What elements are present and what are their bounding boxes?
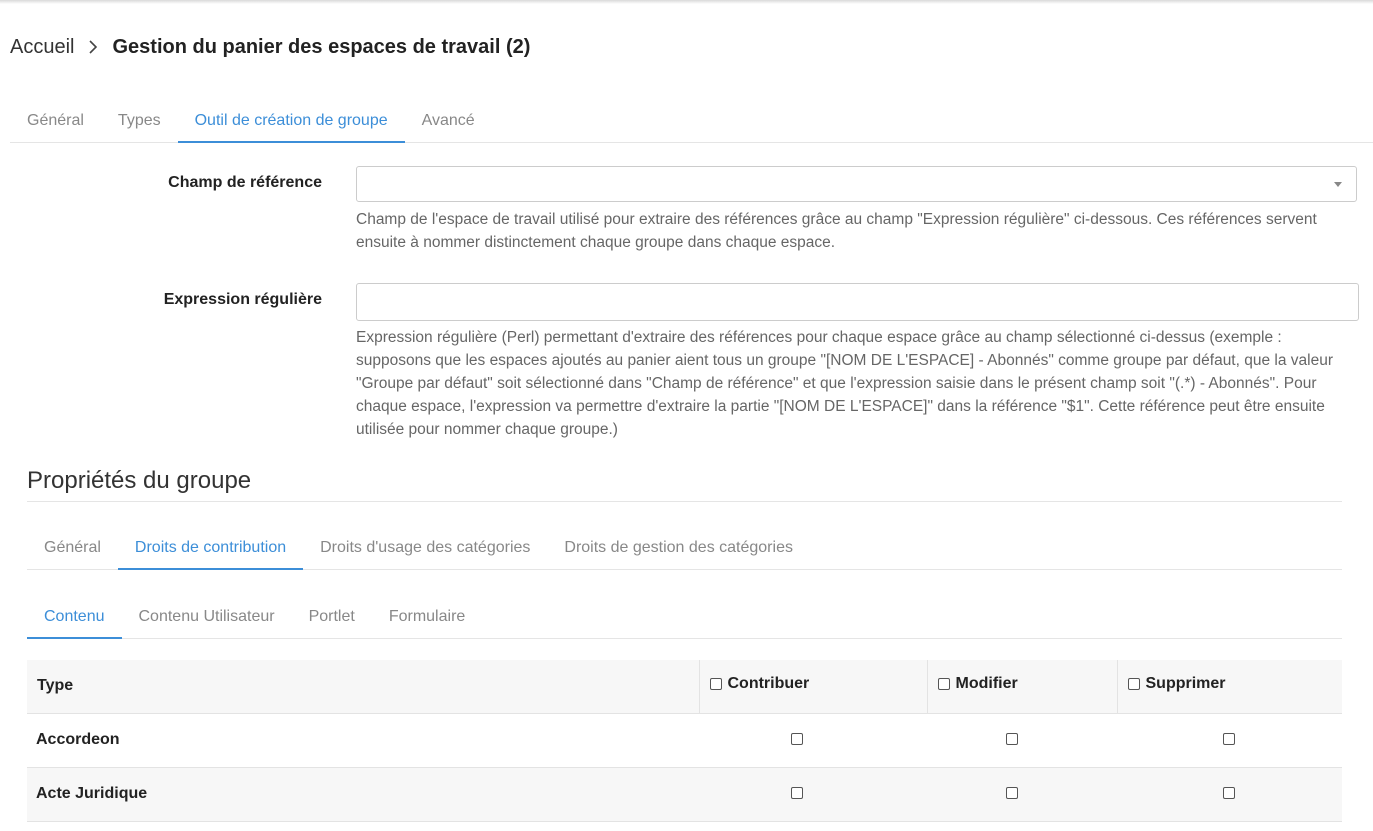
delete-all-checkbox[interactable] (1127, 678, 1140, 691)
regex-field-input[interactable] (356, 283, 1359, 321)
contribute-column-header: Contribuer (698, 660, 928, 714)
tab-general[interactable]: Général (10, 100, 101, 143)
contribute-cell (699, 713, 927, 768)
contribute-cell (699, 767, 927, 822)
regex-field-label: Expression régulière (163, 291, 322, 308)
regex-field-help: Expression régulière (Perl) permettant d… (356, 329, 1333, 438)
group-properties-title: Propriétés du groupe (27, 467, 1342, 502)
contribute-checkbox[interactable] (791, 787, 803, 799)
contribution-sub-tabs: Contenu Contenu Utilisateur Portlet Form… (27, 596, 1342, 639)
delete-checkbox[interactable] (1222, 787, 1235, 799)
table-header-row: Type Contribuer Modifier Supprimer (27, 660, 1342, 714)
reference-field-help: Champ de l'espace de travail utilisé pou… (356, 211, 1317, 251)
breadcrumb: Accueil Gestion du panier des espaces de… (10, 34, 530, 60)
modify-cell (927, 767, 1117, 822)
page-title: Gestion du panier des espaces de travail… (112, 36, 531, 58)
chevron-right-icon (88, 34, 102, 60)
main-tabs: Général Types Outil de création de group… (10, 100, 1373, 143)
tab-contribution-rights[interactable]: Droits de contribution (117, 528, 304, 570)
type-column-header: Type (27, 660, 700, 714)
tab-category-usage-rights[interactable]: Droits d'usage des catégories (303, 528, 547, 570)
caret-down-icon (1334, 182, 1342, 187)
modify-column-header: Modifier (926, 660, 1118, 714)
delete-checkbox[interactable] (1222, 733, 1235, 745)
delete-cell (1117, 713, 1342, 768)
modify-cell (927, 713, 1117, 768)
contribution-rights-table: Type Contribuer Modifier Supprimer Accor… (27, 660, 1342, 822)
breadcrumb-home-link[interactable]: Accueil (10, 34, 74, 60)
table-row: Acte Juridique (27, 767, 1342, 822)
tab-user-content[interactable]: Contenu Utilisateur (122, 596, 292, 639)
row-type-label: Acte Juridique (27, 767, 699, 822)
tab-category-management-rights[interactable]: Droits de gestion des catégories (547, 528, 810, 570)
tab-form[interactable]: Formulaire (372, 596, 482, 639)
modify-checkbox[interactable] (1006, 733, 1018, 745)
tab-types[interactable]: Types (101, 100, 178, 143)
table-row: Accordeon (27, 713, 1342, 768)
delete-cell (1117, 767, 1342, 822)
top-shadow (0, 0, 1373, 4)
row-type-label: Accordeon (27, 713, 699, 768)
reference-field-label: Champ de référence (168, 174, 322, 191)
tab-props-general[interactable]: Général (27, 528, 118, 570)
tab-content[interactable]: Contenu (27, 596, 122, 639)
reference-field-select[interactable] (356, 166, 1357, 202)
group-properties-tabs: Général Droits de contribution Droits d'… (27, 528, 1342, 570)
contribute-all-checkbox[interactable] (709, 678, 722, 691)
delete-column-header: Supprimer (1116, 660, 1342, 714)
tab-advanced[interactable]: Avancé (405, 100, 492, 143)
tab-portlet[interactable]: Portlet (292, 596, 372, 639)
contribute-checkbox[interactable] (791, 733, 803, 745)
modify-all-checkbox[interactable] (937, 678, 950, 691)
modify-checkbox[interactable] (1006, 787, 1018, 799)
tab-group-creation-tool[interactable]: Outil de création de groupe (177, 100, 405, 143)
